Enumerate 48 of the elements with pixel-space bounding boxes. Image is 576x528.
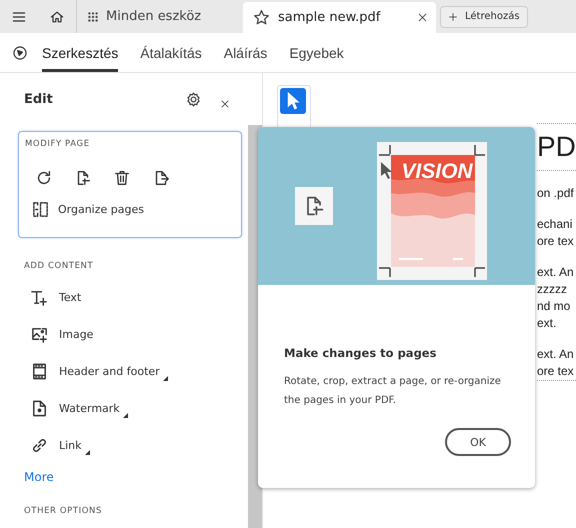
settings-icon[interactable] (185, 90, 202, 108)
home-icon[interactable] (49, 8, 65, 24)
document-text: on .pdf (537, 185, 574, 202)
document-icon (30, 399, 49, 418)
document-text: ore tex (537, 363, 574, 380)
toolbar-tab[interactable]: Átalakítás (140, 33, 202, 72)
rotate-icon[interactable] (35, 169, 53, 187)
panel-title: Edit (24, 92, 54, 106)
section-heading: MODIFY PAGE (25, 139, 91, 149)
section-heading: OTHER OPTIONS (23, 506, 104, 516)
toolbar-tab[interactable]: Szerkesztés (42, 33, 118, 72)
toolbar-tab[interactable]: Egyebek (289, 33, 344, 72)
crop-icon (295, 187, 333, 225)
popover-description: Rotate, crop, extract a page, or re-organize the pages in your PDF. (284, 375, 502, 408)
menu-item[interactable]: Image (30, 316, 102, 353)
film-strip-icon (30, 362, 49, 381)
create-button[interactable]: Létrehozás (440, 6, 528, 28)
toolbar-tab[interactable]: Aláírás (224, 33, 268, 72)
link-icon (30, 436, 49, 455)
popover-title: Make changes to pages (284, 346, 438, 360)
close-icon[interactable] (417, 12, 428, 23)
ok-button[interactable]: OK (445, 428, 511, 456)
image-add-icon (30, 325, 49, 344)
menu-item[interactable]: Watermark (30, 390, 128, 427)
document-text: ore tex (537, 233, 574, 250)
document-text: ext. (537, 315, 556, 332)
menu-item[interactable]: Link (30, 427, 90, 464)
text-add-icon (30, 288, 49, 307)
plus-icon (448, 12, 458, 22)
page-crop-drawing: VISION (377, 142, 487, 280)
pointer-icon[interactable] (280, 88, 306, 114)
document-text: ext. An (537, 346, 574, 363)
organize-pages-button[interactable]: Organize pages (31, 200, 144, 219)
menu-item[interactable]: Text (30, 279, 90, 316)
document-text: nd mo (537, 298, 570, 315)
document-tab-label: sample new.pdf (278, 10, 382, 25)
menu-item[interactable]: Header and footer (30, 353, 168, 390)
document-text: echani (537, 216, 572, 233)
trash-icon[interactable] (113, 169, 131, 187)
grid-icon (87, 10, 99, 22)
more-link[interactable]: More (24, 470, 54, 484)
document-text: ext. An (537, 264, 574, 281)
organize-icon (31, 200, 50, 219)
document-heading: PD (537, 123, 576, 171)
star-icon[interactable] (253, 9, 270, 26)
document-text: zzzzz (537, 281, 567, 298)
section-heading: ADD CONTENT (23, 261, 94, 271)
document-tab[interactable]: sample new.pdf (243, 2, 436, 33)
